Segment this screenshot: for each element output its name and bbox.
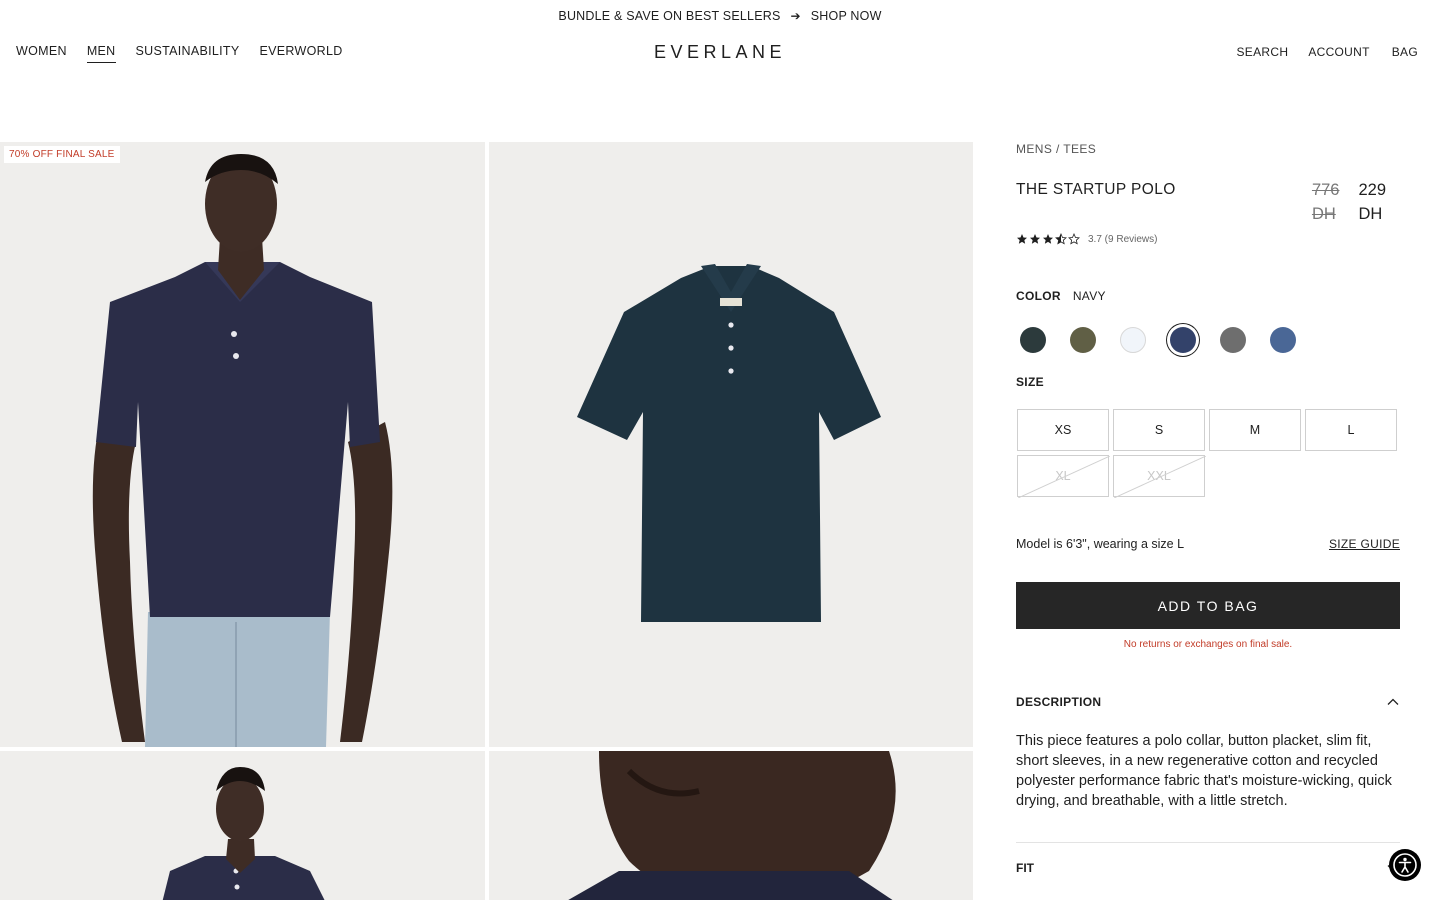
fit-accordion-header[interactable]: FIT: [1016, 861, 1400, 875]
accessibility-icon: [1393, 853, 1417, 877]
star-full-icon: [1043, 234, 1053, 244]
color-swatch-grey[interactable]: [1220, 327, 1246, 353]
color-swatches: [1016, 327, 1400, 353]
nav-women[interactable]: WOMEN: [16, 44, 67, 63]
model-front-image: [0, 142, 485, 747]
color-value: NAVY: [1072, 289, 1106, 303]
nav-sustainability[interactable]: SUSTAINABILITY: [136, 44, 240, 63]
product-info-panel: MENS / TEES THE STARTUP POLO 776 DH 229 …: [1016, 142, 1400, 875]
star-rating: [1016, 233, 1080, 245]
size-option-l[interactable]: L: [1305, 409, 1397, 451]
size-option-xxl[interactable]: XXL: [1113, 455, 1206, 498]
unavailable-slash: [1018, 456, 1110, 498]
nav-men[interactable]: MEN: [86, 44, 116, 63]
flat-lay-image: [489, 142, 973, 747]
price-block: 776 DH 229 DH: [1312, 178, 1386, 226]
accordion-divider: [1016, 842, 1400, 843]
color-row: COLOR NAVY: [1016, 289, 1400, 303]
description-label: DESCRIPTION: [1016, 695, 1102, 709]
add-to-bag-button[interactable]: ADD TO BAG: [1016, 582, 1400, 629]
breadcrumb[interactable]: MENS / TEES: [1016, 142, 1400, 156]
product-gallery: 70% OFF FINAL SALE: [0, 142, 973, 900]
arrow-right-icon: ➔: [790, 9, 801, 23]
promo-bar[interactable]: BUNDLE & SAVE ON BEST SELLERS ➔ SHOP NOW: [0, 0, 1440, 32]
color-swatch-dark-green[interactable]: [1020, 327, 1046, 353]
color-label: COLOR: [1016, 289, 1061, 303]
accessibility-button[interactable]: [1389, 849, 1421, 881]
size-grid: XS S M L XL XXL: [1017, 409, 1400, 498]
model-closeup-image: [489, 751, 973, 900]
star-full-icon: [1017, 234, 1027, 244]
rating-row[interactable]: 3.7 (9 Reviews): [1016, 233, 1400, 245]
size-option-s[interactable]: S: [1113, 409, 1205, 451]
size-option-xl[interactable]: XL: [1017, 455, 1110, 498]
gallery-image-model-full[interactable]: [0, 751, 485, 900]
nav-search[interactable]: SEARCH: [1237, 45, 1289, 59]
unavailable-slash: [1114, 456, 1206, 498]
promo-text: BUNDLE & SAVE ON BEST SELLERS: [558, 9, 781, 23]
gallery-image-flat-lay[interactable]: [489, 142, 973, 747]
color-swatch-navy[interactable]: [1170, 327, 1196, 353]
color-swatch-olive[interactable]: [1070, 327, 1096, 353]
star-full-icon: [1030, 234, 1040, 244]
description-accordion-header[interactable]: DESCRIPTION: [1016, 695, 1400, 709]
fit-label: FIT: [1016, 861, 1034, 875]
price-original: 776 DH: [1311, 181, 1340, 223]
color-swatch-blue[interactable]: [1270, 327, 1296, 353]
description-text: This piece features a polo collar, butto…: [1016, 733, 1392, 809]
size-label: SIZE: [1016, 375, 1044, 389]
size-guide-link[interactable]: SIZE GUIDE: [1329, 537, 1400, 551]
chevron-up-icon: [1387, 698, 1399, 705]
size-option-m[interactable]: M: [1209, 409, 1301, 451]
utility-nav: SEARCH ACCOUNT BAG: [1237, 45, 1419, 59]
model-info-row: Model is 6'3", wearing a size L SIZE GUI…: [1016, 537, 1400, 551]
rating-text[interactable]: 3.7 (9 Reviews): [1088, 234, 1157, 245]
nav-everworld[interactable]: EVERWORLD: [260, 44, 343, 63]
sale-badge: 70% OFF FINAL SALE: [4, 146, 120, 163]
star-half-icon: [1055, 233, 1067, 245]
color-swatch-white[interactable]: [1120, 327, 1146, 353]
primary-nav: WOMEN MEN SUSTAINABILITY EVERWORLD: [16, 44, 343, 63]
nav-account[interactable]: ACCOUNT: [1308, 45, 1369, 59]
price-sale: 229 DH: [1358, 181, 1386, 223]
model-note: Model is 6'3", wearing a size L: [1016, 537, 1185, 551]
promo-cta-link[interactable]: SHOP NOW: [811, 9, 882, 23]
size-option-xs[interactable]: XS: [1017, 409, 1109, 451]
star-empty-icon: [1068, 233, 1080, 245]
gallery-image-model-closeup[interactable]: [489, 751, 973, 900]
nav-bag[interactable]: BAG: [1392, 45, 1418, 59]
gallery-image-model-front[interactable]: 70% OFF FINAL SALE: [0, 142, 485, 747]
final-sale-notice: No returns or exchanges on final sale.: [1123, 639, 1293, 650]
model-full-image: [0, 751, 485, 900]
